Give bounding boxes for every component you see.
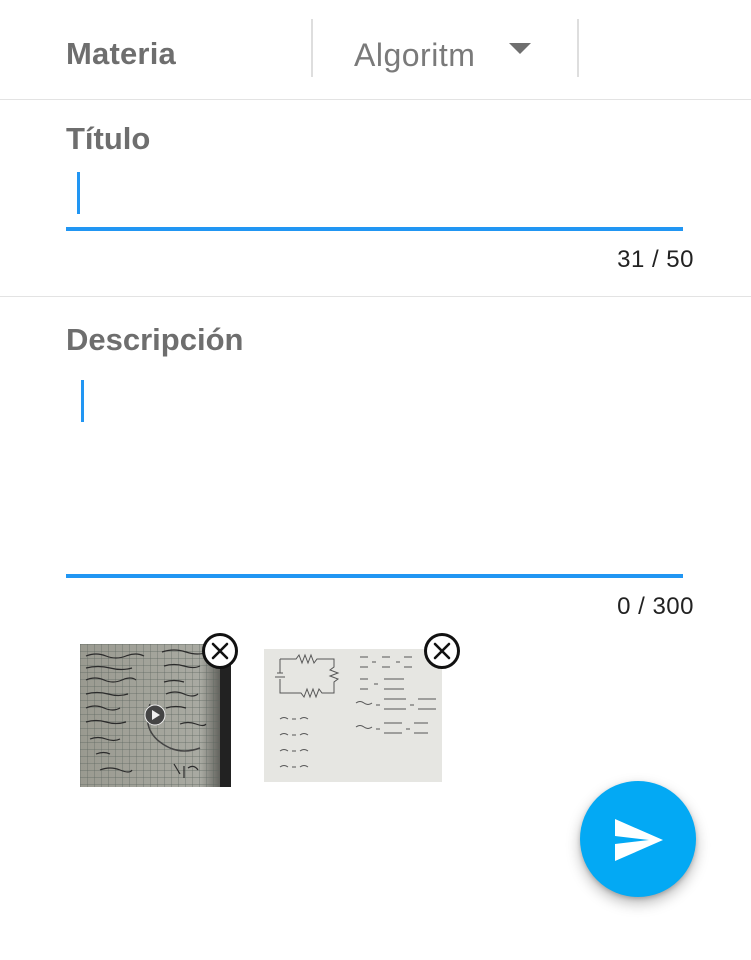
description-char-counter: 0 / 300 [617, 593, 694, 620]
send-icon [615, 819, 663, 861]
description-label: Descripción [66, 322, 244, 357]
send-button[interactable] [580, 781, 696, 897]
title-char-counter: 31 / 50 [617, 246, 694, 273]
divider [577, 19, 579, 77]
text-cursor [81, 380, 84, 422]
title-underline [66, 227, 683, 231]
divider [311, 19, 313, 77]
title-section: Título 31 / 50 [0, 100, 751, 297]
image-attachment-thumbnail[interactable] [264, 649, 442, 782]
subject-label: Materia [66, 36, 176, 71]
remove-attachment-button[interactable] [424, 633, 460, 669]
text-cursor [77, 172, 80, 214]
title-input[interactable] [66, 164, 683, 232]
description-input[interactable] [66, 368, 683, 572]
subject-selected-value: Algoritm [354, 37, 476, 73]
subject-dropdown[interactable]: Algoritm [314, 19, 578, 79]
description-section: Descripción 0 / 300 [0, 298, 751, 628]
circuit-notes-image [264, 649, 442, 782]
close-icon [211, 642, 229, 660]
remove-attachment-button[interactable] [202, 633, 238, 669]
description-underline [66, 574, 683, 578]
dropdown-arrow-icon [509, 43, 531, 54]
new-post-screen: Materia Algoritm Título 31 / 50 Descripc… [0, 0, 751, 960]
title-label: Título [66, 121, 151, 156]
close-icon [433, 642, 451, 660]
subject-row: Materia Algoritm [0, 0, 751, 100]
